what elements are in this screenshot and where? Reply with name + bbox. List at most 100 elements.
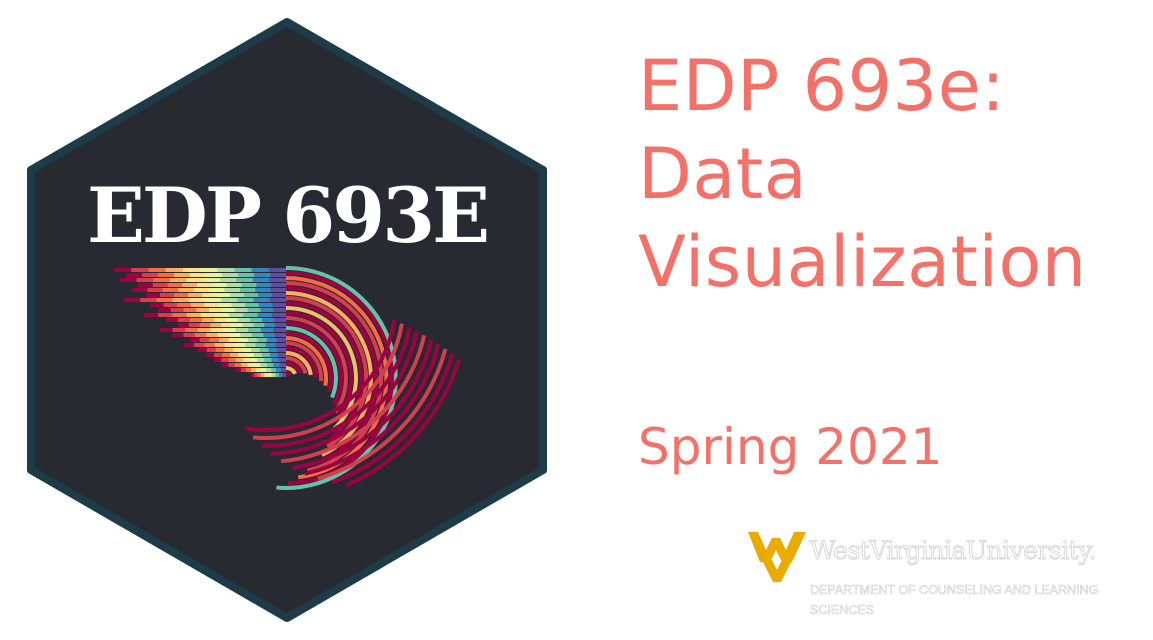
bar-segment [245, 343, 256, 347]
bar-segment [269, 278, 287, 282]
bar-segment [203, 278, 221, 282]
bar-segment [278, 353, 287, 357]
wvu-logo: WestVirginiaUniversity. DEPARTMENT OF CO… [748, 530, 1153, 640]
bar-segment [260, 328, 274, 332]
bar-segment [188, 298, 206, 302]
bar-segment [275, 323, 287, 327]
bar-segment [200, 313, 216, 317]
bar-segment [230, 293, 245, 297]
bar-segment [172, 333, 184, 337]
bar-segment [218, 338, 229, 342]
bar-segment [254, 363, 261, 367]
bar-segment [269, 298, 287, 302]
bar-segment [236, 278, 254, 282]
bar-segment [160, 328, 174, 332]
bar-segment [210, 328, 224, 332]
bar-segment [197, 328, 211, 332]
bar-segment [229, 333, 241, 337]
bar-segment [262, 318, 275, 322]
bar-segment [206, 273, 223, 277]
bar-segment [162, 288, 179, 292]
bar-segment [124, 298, 141, 302]
bar-segment [253, 298, 271, 302]
bar-segment [264, 358, 273, 362]
bar-segment [190, 273, 207, 277]
bar-segment [190, 338, 201, 342]
bar-segment [222, 273, 239, 277]
bar-segment [243, 313, 259, 317]
bar-segment [250, 373, 255, 377]
bar-segment [190, 303, 205, 307]
bar-segment [210, 323, 222, 327]
bar-segment [215, 313, 230, 317]
bar-segment [186, 313, 202, 317]
bar-segment [132, 288, 148, 292]
bar-segment [256, 283, 272, 287]
bar-segment [215, 348, 225, 352]
bar-segment [253, 323, 265, 327]
bar-segment [188, 293, 203, 297]
arc-segment [285, 371, 293, 377]
bar-segment [217, 333, 230, 337]
bar-segment [276, 368, 282, 372]
bar-segment [158, 308, 172, 312]
bar-segment [158, 273, 175, 277]
bar-segment [228, 358, 237, 362]
bar-segment [222, 363, 229, 367]
bar-segment [174, 273, 191, 277]
bar-segment [204, 303, 219, 307]
bar-segment [262, 353, 271, 357]
bar-segment [206, 353, 215, 357]
bar-segment [246, 368, 252, 372]
bar-segment [182, 268, 201, 272]
bar-segment [229, 313, 244, 317]
bar-segment [233, 348, 243, 352]
bar-segment [273, 308, 287, 312]
bar-segment [271, 283, 287, 287]
bar-segment [238, 338, 249, 342]
bar-segment [206, 333, 219, 337]
bar-segment [146, 293, 161, 297]
bar-segment [231, 303, 246, 307]
bar-segment [166, 318, 179, 322]
bar-segment [268, 268, 287, 272]
bar-segment [278, 373, 283, 377]
bar-segment [273, 363, 281, 367]
wvu-name: WestVirginiaUniversity. [809, 536, 1097, 566]
bar-segment [221, 358, 229, 362]
bar-segment [144, 313, 159, 317]
bar-segment [214, 353, 223, 357]
wvu-flying-wv-icon [748, 532, 806, 582]
bar-segment [114, 268, 132, 272]
bar-segment [197, 283, 213, 287]
bar-segment [205, 298, 222, 302]
bar-segment [265, 343, 277, 347]
bar-segment [216, 293, 231, 297]
bar-segment [152, 283, 169, 287]
bar-segment [270, 353, 279, 357]
bar-segment [258, 303, 273, 307]
bar-segment [272, 293, 287, 297]
course-title-line-1: EDP 693e: [638, 45, 1006, 127]
bar-segment [261, 368, 267, 372]
bar-segment [223, 328, 237, 332]
bar-segment [235, 358, 244, 362]
bar-segment [251, 368, 257, 372]
bar-segment [235, 343, 246, 347]
course-term: Spring 2021 [638, 418, 943, 476]
bar-segment [254, 273, 271, 277]
bar-segment [242, 348, 252, 352]
bar-segment [257, 338, 268, 342]
bar-segment [202, 318, 215, 322]
bar-segment [183, 308, 197, 312]
bar-segment [251, 268, 270, 272]
bar-segment [202, 293, 217, 297]
bar-segment [185, 328, 199, 332]
bar-segment [224, 288, 241, 292]
bar-segment [247, 338, 258, 342]
bar-segment [276, 338, 287, 342]
bar-segment [196, 308, 210, 312]
bar-segment [234, 308, 249, 312]
bar-segment [177, 303, 192, 307]
bar-segment [257, 373, 262, 377]
